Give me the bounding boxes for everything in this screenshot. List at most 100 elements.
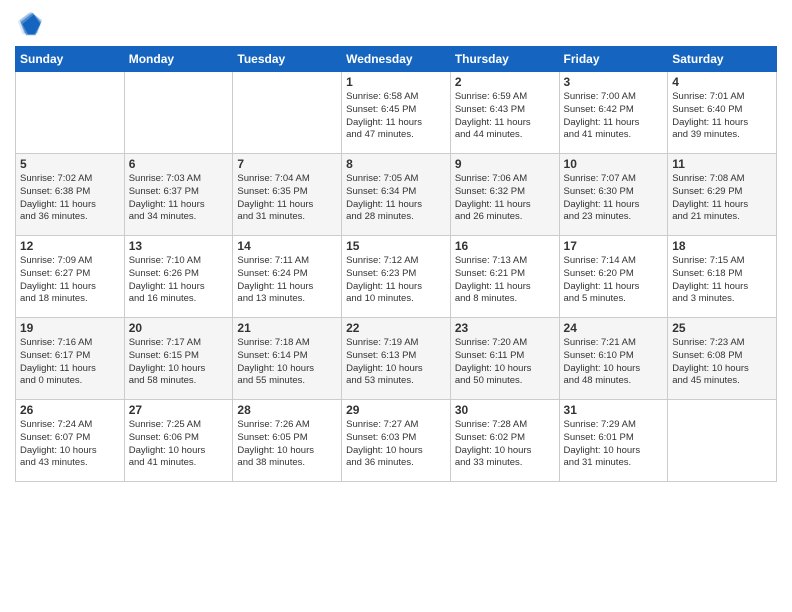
day-number: 26 (20, 403, 120, 417)
day-info: Sunrise: 6:59 AM Sunset: 6:43 PM Dayligh… (455, 91, 555, 142)
calendar-cell: 22 Sunrise: 7:19 AM Sunset: 6:13 PM Dayli… (342, 318, 451, 400)
day-number: 6 (129, 157, 229, 171)
calendar-cell: 20 Sunrise: 7:17 AM Sunset: 6:15 PM Dayli… (124, 318, 233, 400)
calendar-cell: 7 Sunrise: 7:04 AM Sunset: 6:35 PM Daylig… (233, 154, 342, 236)
day-number: 28 (237, 403, 337, 417)
day-number: 27 (129, 403, 229, 417)
calendar-cell (16, 72, 125, 154)
day-number: 19 (20, 321, 120, 335)
calendar-cell: 27 Sunrise: 7:25 AM Sunset: 6:06 PM Dayli… (124, 400, 233, 482)
calendar-cell: 31 Sunrise: 7:29 AM Sunset: 6:01 PM Dayli… (559, 400, 668, 482)
calendar-cell: 24 Sunrise: 7:21 AM Sunset: 6:10 PM Dayli… (559, 318, 668, 400)
day-info: Sunrise: 7:20 AM Sunset: 6:11 PM Dayligh… (455, 337, 555, 388)
calendar-week-2: 5 Sunrise: 7:02 AM Sunset: 6:38 PM Daylig… (16, 154, 777, 236)
day-info: Sunrise: 7:11 AM Sunset: 6:24 PM Dayligh… (237, 255, 337, 306)
calendar-cell: 9 Sunrise: 7:06 AM Sunset: 6:32 PM Daylig… (450, 154, 559, 236)
calendar-cell: 13Sunrise: 7:10 AM Sunset: 6:26 PM Dayli… (124, 236, 233, 318)
col-monday: Monday (124, 47, 233, 72)
day-number: 7 (237, 157, 337, 171)
day-info: Sunrise: 7:17 AM Sunset: 6:15 PM Dayligh… (129, 337, 229, 388)
day-info: Sunrise: 7:23 AM Sunset: 6:08 PM Dayligh… (672, 337, 772, 388)
day-info: Sunrise: 7:04 AM Sunset: 6:35 PM Dayligh… (237, 173, 337, 224)
calendar-cell: 11 Sunrise: 7:08 AM Sunset: 6:29 PM Dayli… (668, 154, 777, 236)
day-info: Sunrise: 7:19 AM Sunset: 6:13 PM Dayligh… (346, 337, 446, 388)
day-info: Sunrise: 7:26 AM Sunset: 6:05 PM Dayligh… (237, 419, 337, 470)
day-info: Sunrise: 7:08 AM Sunset: 6:29 PM Dayligh… (672, 173, 772, 224)
day-info: Sunrise: 7:21 AM Sunset: 6:10 PM Dayligh… (564, 337, 664, 388)
day-number: 18 (672, 239, 772, 253)
day-number: 23 (455, 321, 555, 335)
day-info: Sunrise: 7:07 AM Sunset: 6:30 PM Dayligh… (564, 173, 664, 224)
day-number: 30 (455, 403, 555, 417)
logo-icon (15, 10, 43, 38)
calendar-cell: 12 Sunrise: 7:09 AM Sunset: 6:27 PM Dayli… (16, 236, 125, 318)
calendar-cell: 15 Sunrise: 7:12 AM Sunset: 6:23 PM Dayli… (342, 236, 451, 318)
day-info: Sunrise: 7:16 AM Sunset: 6:17 PM Dayligh… (20, 337, 120, 388)
calendar-table: Sunday Monday Tuesday Wednesday Thursday… (15, 46, 777, 482)
calendar-cell: 10Sunrise: 7:07 AM Sunset: 6:30 PM Dayli… (559, 154, 668, 236)
day-info: Sunrise: 7:02 AM Sunset: 6:38 PM Dayligh… (20, 173, 120, 224)
calendar-week-1: 1 Sunrise: 6:58 AM Sunset: 6:45 PM Daylig… (16, 72, 777, 154)
calendar-cell: 14Sunrise: 7:11 AM Sunset: 6:24 PM Dayli… (233, 236, 342, 318)
col-wednesday: Wednesday (342, 47, 451, 72)
calendar-week-4: 19 Sunrise: 7:16 AM Sunset: 6:17 PM Dayli… (16, 318, 777, 400)
day-info: Sunrise: 7:12 AM Sunset: 6:23 PM Dayligh… (346, 255, 446, 306)
day-number: 22 (346, 321, 446, 335)
calendar-week-3: 12 Sunrise: 7:09 AM Sunset: 6:27 PM Dayli… (16, 236, 777, 318)
day-number: 17 (564, 239, 664, 253)
day-info: Sunrise: 7:28 AM Sunset: 6:02 PM Dayligh… (455, 419, 555, 470)
day-info: Sunrise: 7:05 AM Sunset: 6:34 PM Dayligh… (346, 173, 446, 224)
day-number: 4 (672, 75, 772, 89)
day-info: Sunrise: 7:14 AM Sunset: 6:20 PM Dayligh… (564, 255, 664, 306)
day-info: Sunrise: 7:24 AM Sunset: 6:07 PM Dayligh… (20, 419, 120, 470)
day-info: Sunrise: 7:03 AM Sunset: 6:37 PM Dayligh… (129, 173, 229, 224)
calendar-cell: 29 Sunrise: 7:27 AM Sunset: 6:03 PM Dayli… (342, 400, 451, 482)
day-number: 2 (455, 75, 555, 89)
day-number: 5 (20, 157, 120, 171)
calendar-cell: 1 Sunrise: 6:58 AM Sunset: 6:45 PM Daylig… (342, 72, 451, 154)
calendar-cell: 16 Sunrise: 7:13 AM Sunset: 6:21 PM Dayli… (450, 236, 559, 318)
header (15, 10, 777, 38)
day-info: Sunrise: 7:10 AM Sunset: 6:26 PM Dayligh… (129, 255, 229, 306)
calendar-cell: 5 Sunrise: 7:02 AM Sunset: 6:38 PM Daylig… (16, 154, 125, 236)
calendar-cell: 17 Sunrise: 7:14 AM Sunset: 6:20 PM Dayli… (559, 236, 668, 318)
day-number: 15 (346, 239, 446, 253)
col-friday: Friday (559, 47, 668, 72)
day-number: 9 (455, 157, 555, 171)
calendar-cell: 28 Sunrise: 7:26 AM Sunset: 6:05 PM Dayli… (233, 400, 342, 482)
day-number: 1 (346, 75, 446, 89)
day-number: 29 (346, 403, 446, 417)
calendar-header-row: Sunday Monday Tuesday Wednesday Thursday… (16, 47, 777, 72)
calendar-cell: 6 Sunrise: 7:03 AM Sunset: 6:37 PM Daylig… (124, 154, 233, 236)
day-number: 25 (672, 321, 772, 335)
day-number: 21 (237, 321, 337, 335)
calendar-cell: 23 Sunrise: 7:20 AM Sunset: 6:11 PM Dayli… (450, 318, 559, 400)
calendar-cell: 2 Sunrise: 6:59 AM Sunset: 6:43 PM Daylig… (450, 72, 559, 154)
day-info: Sunrise: 7:13 AM Sunset: 6:21 PM Dayligh… (455, 255, 555, 306)
day-number: 31 (564, 403, 664, 417)
day-info: Sunrise: 7:15 AM Sunset: 6:18 PM Dayligh… (672, 255, 772, 306)
calendar-cell: 30 Sunrise: 7:28 AM Sunset: 6:02 PM Dayli… (450, 400, 559, 482)
col-saturday: Saturday (668, 47, 777, 72)
day-info: Sunrise: 6:58 AM Sunset: 6:45 PM Dayligh… (346, 91, 446, 142)
day-number: 24 (564, 321, 664, 335)
day-info: Sunrise: 7:06 AM Sunset: 6:32 PM Dayligh… (455, 173, 555, 224)
calendar-cell: 21 Sunrise: 7:18 AM Sunset: 6:14 PM Dayli… (233, 318, 342, 400)
day-number: 20 (129, 321, 229, 335)
calendar-cell: 4Sunrise: 7:01 AM Sunset: 6:40 PM Daylig… (668, 72, 777, 154)
calendar-cell (668, 400, 777, 482)
day-number: 3 (564, 75, 664, 89)
col-thursday: Thursday (450, 47, 559, 72)
calendar-cell: 19 Sunrise: 7:16 AM Sunset: 6:17 PM Dayli… (16, 318, 125, 400)
day-info: Sunrise: 7:00 AM Sunset: 6:42 PM Dayligh… (564, 91, 664, 142)
day-number: 16 (455, 239, 555, 253)
day-info: Sunrise: 7:27 AM Sunset: 6:03 PM Dayligh… (346, 419, 446, 470)
day-number: 11 (672, 157, 772, 171)
day-info: Sunrise: 7:18 AM Sunset: 6:14 PM Dayligh… (237, 337, 337, 388)
calendar-week-5: 26 Sunrise: 7:24 AM Sunset: 6:07 PM Dayli… (16, 400, 777, 482)
day-info: Sunrise: 7:09 AM Sunset: 6:27 PM Dayligh… (20, 255, 120, 306)
day-info: Sunrise: 7:29 AM Sunset: 6:01 PM Dayligh… (564, 419, 664, 470)
day-number: 12 (20, 239, 120, 253)
day-info: Sunrise: 7:25 AM Sunset: 6:06 PM Dayligh… (129, 419, 229, 470)
col-tuesday: Tuesday (233, 47, 342, 72)
